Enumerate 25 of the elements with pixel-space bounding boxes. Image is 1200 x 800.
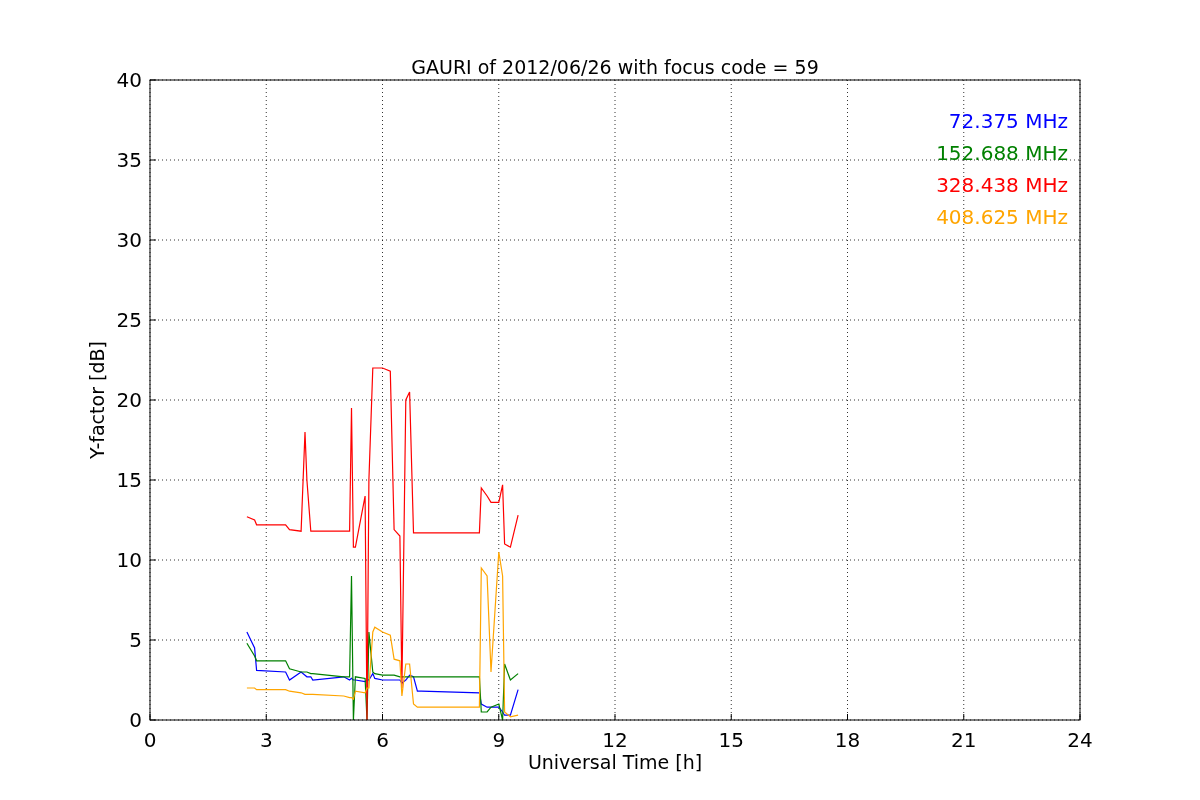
y-tick-label: 40 [116,68,142,92]
y-tick-label: 10 [116,548,142,572]
y-tick-label: 0 [129,708,142,732]
x-tick-label: 6 [376,728,389,752]
x-tick-label: 24 [1067,728,1093,752]
x-axis-label: Universal Time [h] [527,751,703,773]
legend-label: 72.375 MHz [948,109,1068,133]
x-tick-label: 0 [143,728,157,752]
legend-label: 152.688 MHz [936,141,1068,165]
x-tick-label: 3 [259,728,273,752]
y-tick-label: 20 [116,388,142,412]
x-tick-label: 12 [602,728,628,752]
y-tick-label: 5 [129,628,142,652]
x-tick-label: 21 [951,728,977,752]
x-tick-label: 18 [834,728,861,752]
legend-label: 408.625 MHz [936,205,1068,229]
chart-title: GAURI of 2012/06/26 with focus code = 59 [411,56,819,78]
x-tick-label: 15 [718,728,744,752]
y-tick-label: 30 [116,228,142,252]
y-tick-label: 25 [116,308,142,332]
y-axis-label: Y-factor [dB] [86,341,108,459]
legend-label: 328.438 MHz [936,173,1068,197]
y-tick-label: 15 [116,468,142,492]
y-tick-label: 35 [116,148,142,172]
x-tick-label: 9 [492,728,506,752]
